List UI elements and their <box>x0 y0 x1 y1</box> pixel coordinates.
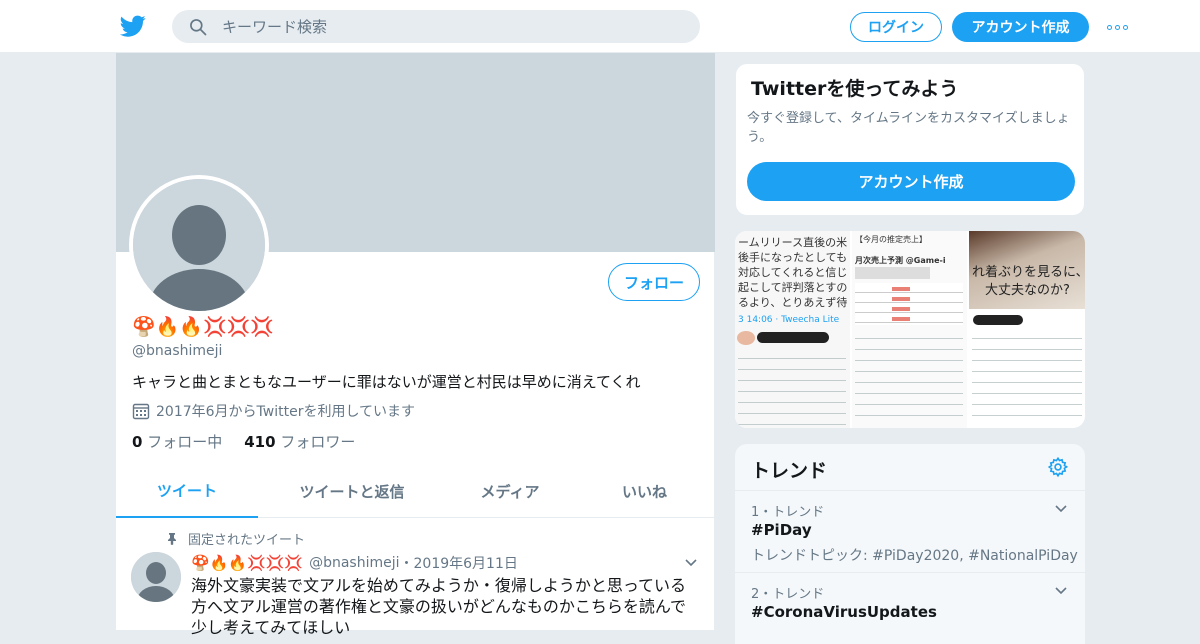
thumb3-redaction <box>973 315 1023 325</box>
trends-title: トレンド <box>751 460 828 482</box>
thumb1-line-3: 対応してくれると信じ <box>738 266 848 279</box>
media-thumbnail-3[interactable]: れ着ぶりを見るに、ヤ 大丈夫なのか? <box>969 231 1085 428</box>
profile-handle: @bnashimeji <box>132 343 223 359</box>
thumb1-line-5: るより、とりあえず待 <box>738 296 848 309</box>
thumb1-avatar-icon <box>737 331 755 345</box>
thumb2-sub: 月次売上予測 @Game-i <box>855 256 946 265</box>
chevron-down-icon[interactable] <box>1053 501 1069 517</box>
thumb2-text-lines <box>855 331 963 425</box>
tweet-text: 海外文豪実装で文アルを始めてみようか・復帰しようかと思っている方へ文アル運営の著… <box>191 576 687 637</box>
tweet-date[interactable]: 2019年6月11日 <box>414 553 518 573</box>
thumb1-line-4: 起こして評判落とすの <box>738 281 848 294</box>
thumb1-redaction <box>757 332 829 343</box>
media-thumbnail-1[interactable]: ームリリース直後の米 後手になったとしても 対応してくれると信じ 起こして評判落… <box>735 231 850 428</box>
trend-item[interactable]: 2・トレンド #CoronaVirusUpdates <box>735 572 1085 644</box>
joined-text: 2017年6月からTwitterを利用しています <box>156 404 416 420</box>
followers-count: 410 <box>244 433 276 451</box>
pinned-tweet[interactable]: 固定されたツイート 🍄🔥🔥💢💢💢 @bnashimeji ・ 2019年6月11… <box>116 519 715 637</box>
tweet-separator: ・ <box>399 556 414 572</box>
trends-panel: トレンド 1・トレンド #PiDay トレンドトピック: #PiDay2020,… <box>735 444 1085 644</box>
trend-item[interactable]: 1・トレンド #PiDay トレンドトピック: #PiDay2020, #Nat… <box>735 490 1085 572</box>
search-box[interactable] <box>172 10 700 43</box>
top-bar: ログイン アカウント作成 <box>0 0 1200 53</box>
tweet-avatar[interactable] <box>131 552 181 602</box>
chevron-down-icon[interactable] <box>1053 583 1069 599</box>
search-icon <box>190 18 207 35</box>
pinned-indicator: 固定されたツイート <box>166 529 305 548</box>
thumb2-highlight <box>892 285 910 323</box>
pinned-label: 固定されたツイート <box>188 533 306 548</box>
thumb3-text-lines <box>972 331 1082 425</box>
thumb2-table-head <box>855 267 930 279</box>
trend-meta: 2・トレンド <box>751 587 825 602</box>
signup-card: Twitterを使ってみよう 今すぐ登録して、タイムラインをカスタマイズしましょ… <box>735 63 1085 216</box>
signup-button-top[interactable]: アカウント作成 <box>952 12 1089 42</box>
tweet-author-handle[interactable]: @bnashimeji <box>309 555 399 571</box>
signup-card-text: 今すぐ登録して、タイムラインをカスタマイズしましょう。 <box>747 111 1070 145</box>
followers-label: フォロワー <box>280 433 356 451</box>
tab-tweets[interactable]: ツイート <box>116 465 258 518</box>
calendar-icon <box>132 403 150 420</box>
thumb1-line-1: ームリリース直後の米 <box>738 236 848 249</box>
following-link[interactable]: 0 フォロー中 <box>132 431 222 452</box>
following-label: フォロー中 <box>147 433 223 451</box>
trend-tag: #CoronaVirusUpdates <box>751 603 937 621</box>
tab-media[interactable]: メディア <box>446 465 574 518</box>
media-grid: ームリリース直後の米 後手になったとしても 対応してくれると信じ 起こして評判落… <box>735 231 1085 428</box>
following-count: 0 <box>132 433 143 451</box>
thumb1-line-2: 後手になったとしても <box>738 251 848 264</box>
followers-link[interactable]: 410 フォロワー <box>244 431 355 452</box>
search-input[interactable] <box>222 17 682 36</box>
trend-subtopics: トレンドトピック: #PiDay2020, #NationalPiDay <box>751 548 1078 564</box>
thumb3-line-2: 大丈夫なのか? <box>985 283 1070 298</box>
joined-date: 2017年6月からTwitterを利用しています <box>132 401 415 421</box>
media-thumbnail-2[interactable]: 【今月の推定売上】 月次売上予測 @Game-i <box>852 231 967 428</box>
profile-bio: キャラと曲とまともなユーザーに罪はないが運営と村民は早めに消えてくれ <box>132 373 641 391</box>
tab-likes[interactable]: いいね <box>574 465 715 518</box>
chevron-down-icon[interactable] <box>683 555 699 571</box>
profile-display-name: 🍄🔥🔥💢💢💢 <box>132 316 274 338</box>
thumb1-text-lines <box>738 351 846 425</box>
thumb2-header: 【今月の推定売上】 <box>855 235 927 244</box>
profile-column: フォロー 🍄🔥🔥💢💢💢 @bnashimeji キャラと曲とまともなユーザーに罪… <box>115 53 715 637</box>
signup-button[interactable]: アカウント作成 <box>747 162 1075 201</box>
tab-tweets-replies[interactable]: ツイートと返信 <box>258 465 446 518</box>
more-options-icon[interactable] <box>1107 18 1131 36</box>
profile-tabs: ツイート ツイートと返信 メディア いいね <box>116 465 715 518</box>
signup-card-title: Twitterを使ってみよう <box>751 78 959 100</box>
default-avatar-icon <box>133 179 265 311</box>
pin-icon <box>168 533 176 545</box>
thumb1-time: 3 14:06 · Tweecha Lite <box>738 315 840 325</box>
trend-meta: 1・トレンド <box>751 505 825 520</box>
tweet-author-name[interactable]: 🍄🔥🔥💢💢💢 <box>191 554 303 572</box>
login-button[interactable]: ログイン <box>850 12 942 42</box>
trend-tag: #PiDay <box>751 521 812 539</box>
follow-counts: 0 フォロー中 410 フォロワー <box>132 431 355 452</box>
gear-icon[interactable] <box>1047 456 1069 478</box>
twitter-logo-icon[interactable] <box>120 13 146 39</box>
follow-button[interactable]: フォロー <box>608 263 700 301</box>
thumb3-line-1: れ着ぶりを見るに、ヤ <box>972 265 1085 280</box>
tweet-header: 🍄🔥🔥💢💢💢 @bnashimeji ・ 2019年6月11日 <box>191 553 518 573</box>
profile-avatar[interactable] <box>129 175 269 315</box>
